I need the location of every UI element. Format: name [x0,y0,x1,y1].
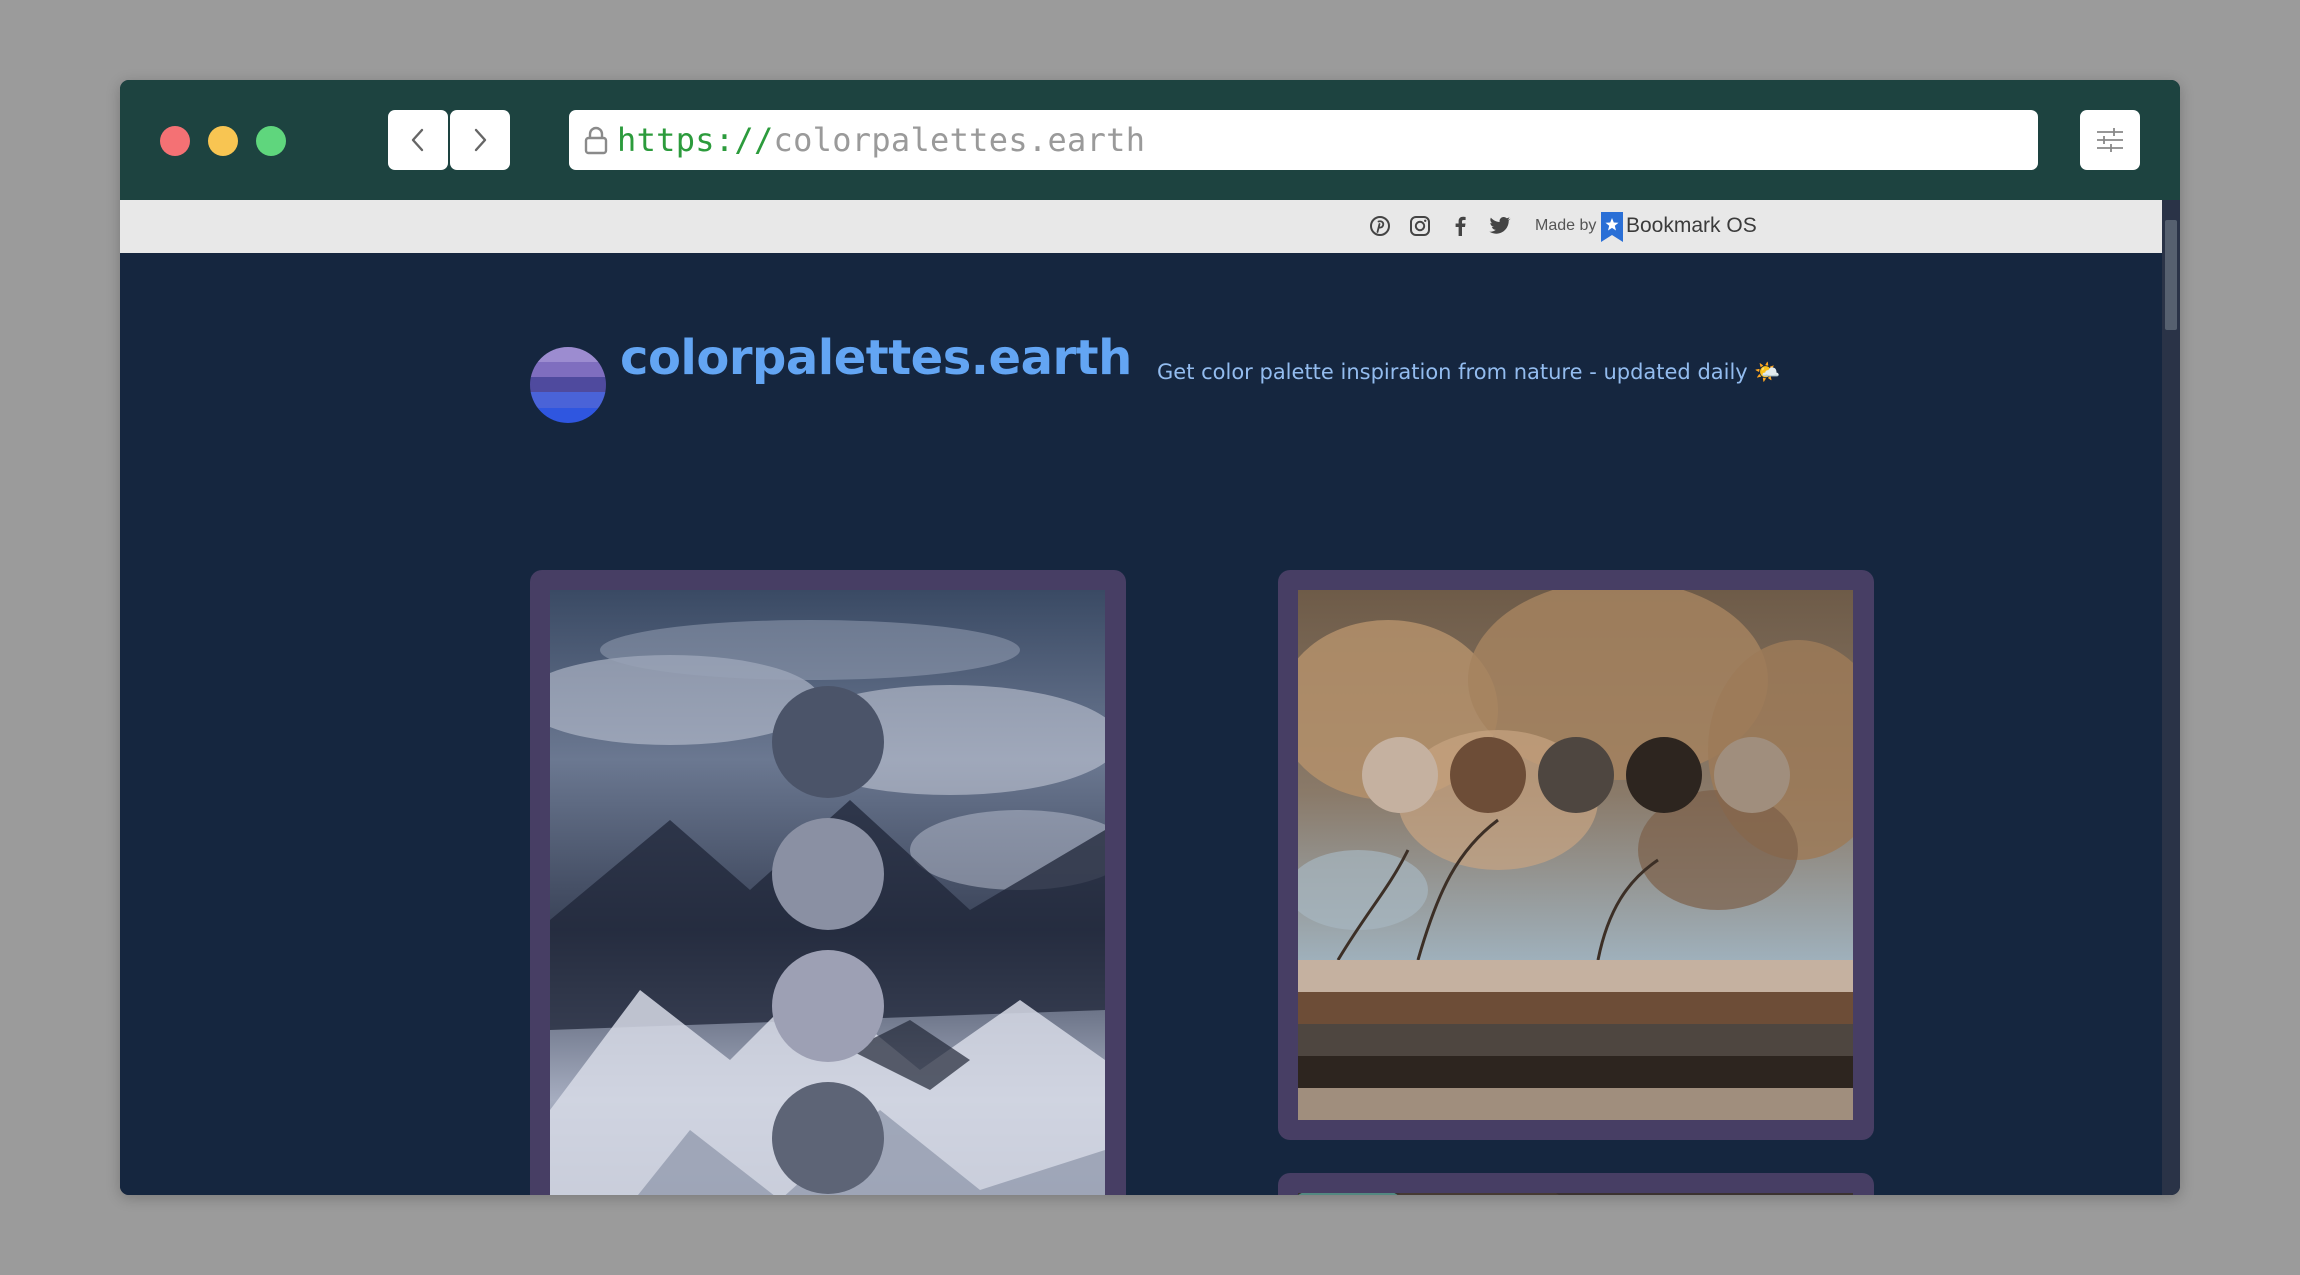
palette-photo[interactable] [1298,1193,1853,1195]
site-tagline: Get color palette inspiration from natur… [1157,360,1781,384]
palette-color-stripe[interactable] [1298,960,1853,992]
minimize-window-button[interactable] [208,126,238,156]
back-button[interactable] [388,110,448,170]
palette-card[interactable] [1278,570,1874,1140]
palette-color-stripe[interactable] [1298,1056,1853,1088]
browser-window: https://colorpalettes.earth Made by Book… [120,80,2180,1195]
palette-photo[interactable] [1298,590,1853,1120]
facebook-icon[interactable] [1448,214,1472,238]
forward-button[interactable] [450,110,510,170]
palette-card[interactable] [530,570,1126,1195]
scrollbar-thumb[interactable] [2165,220,2177,330]
url-text: https://colorpalettes.earth [617,121,1145,159]
page-viewport: Made by Bookmark OS colorpalettes.earth … [120,200,2162,1195]
top-strip: Made by Bookmark OS [120,200,2162,253]
palette-color-swatch[interactable] [772,686,884,798]
page-scrollbar[interactable] [2162,200,2180,1195]
settings-button[interactable] [2080,110,2140,170]
palette-color-stripe[interactable] [1298,1088,1853,1120]
bookmark-os-logo-icon[interactable] [1601,212,1623,242]
palette-color-swatch[interactable] [1626,737,1702,813]
close-window-button[interactable] [160,126,190,156]
palette-color-swatch[interactable] [1362,737,1438,813]
browser-toolbar: https://colorpalettes.earth [120,80,2180,200]
chevron-right-icon [474,128,487,152]
bookmark-os-link[interactable]: Bookmark OS [1626,214,1757,238]
palette-color-stripe[interactable] [1298,1024,1853,1056]
chevron-left-icon [411,128,424,152]
palette-color-swatch[interactable] [1450,737,1526,813]
made-by-label: Made by [1535,217,1597,234]
palette-color-swatch[interactable] [1538,737,1614,813]
palette-color-swatch[interactable] [772,1082,884,1194]
twitter-icon[interactable] [1488,214,1512,238]
url-scheme: https:// [617,121,774,159]
palette-photo[interactable] [550,590,1105,1195]
palette-color-stripe[interactable] [1298,992,1853,1024]
url-host: colorpalettes.earth [773,121,1146,159]
instagram-icon[interactable] [1408,214,1432,238]
palette-color-swatch[interactable] [1714,737,1790,813]
address-bar[interactable]: https://colorpalettes.earth [569,110,2038,170]
maximize-window-button[interactable] [256,126,286,156]
site-logo[interactable] [530,347,606,423]
lock-icon [581,123,611,157]
pinterest-icon[interactable] [1368,214,1392,238]
sliders-icon [2097,128,2123,152]
palette-card[interactable] [1278,1173,1874,1195]
site-title[interactable]: colorpalettes.earth [620,330,1132,386]
palette-color-swatch[interactable] [772,950,884,1062]
palette-color-swatch[interactable] [772,818,884,930]
